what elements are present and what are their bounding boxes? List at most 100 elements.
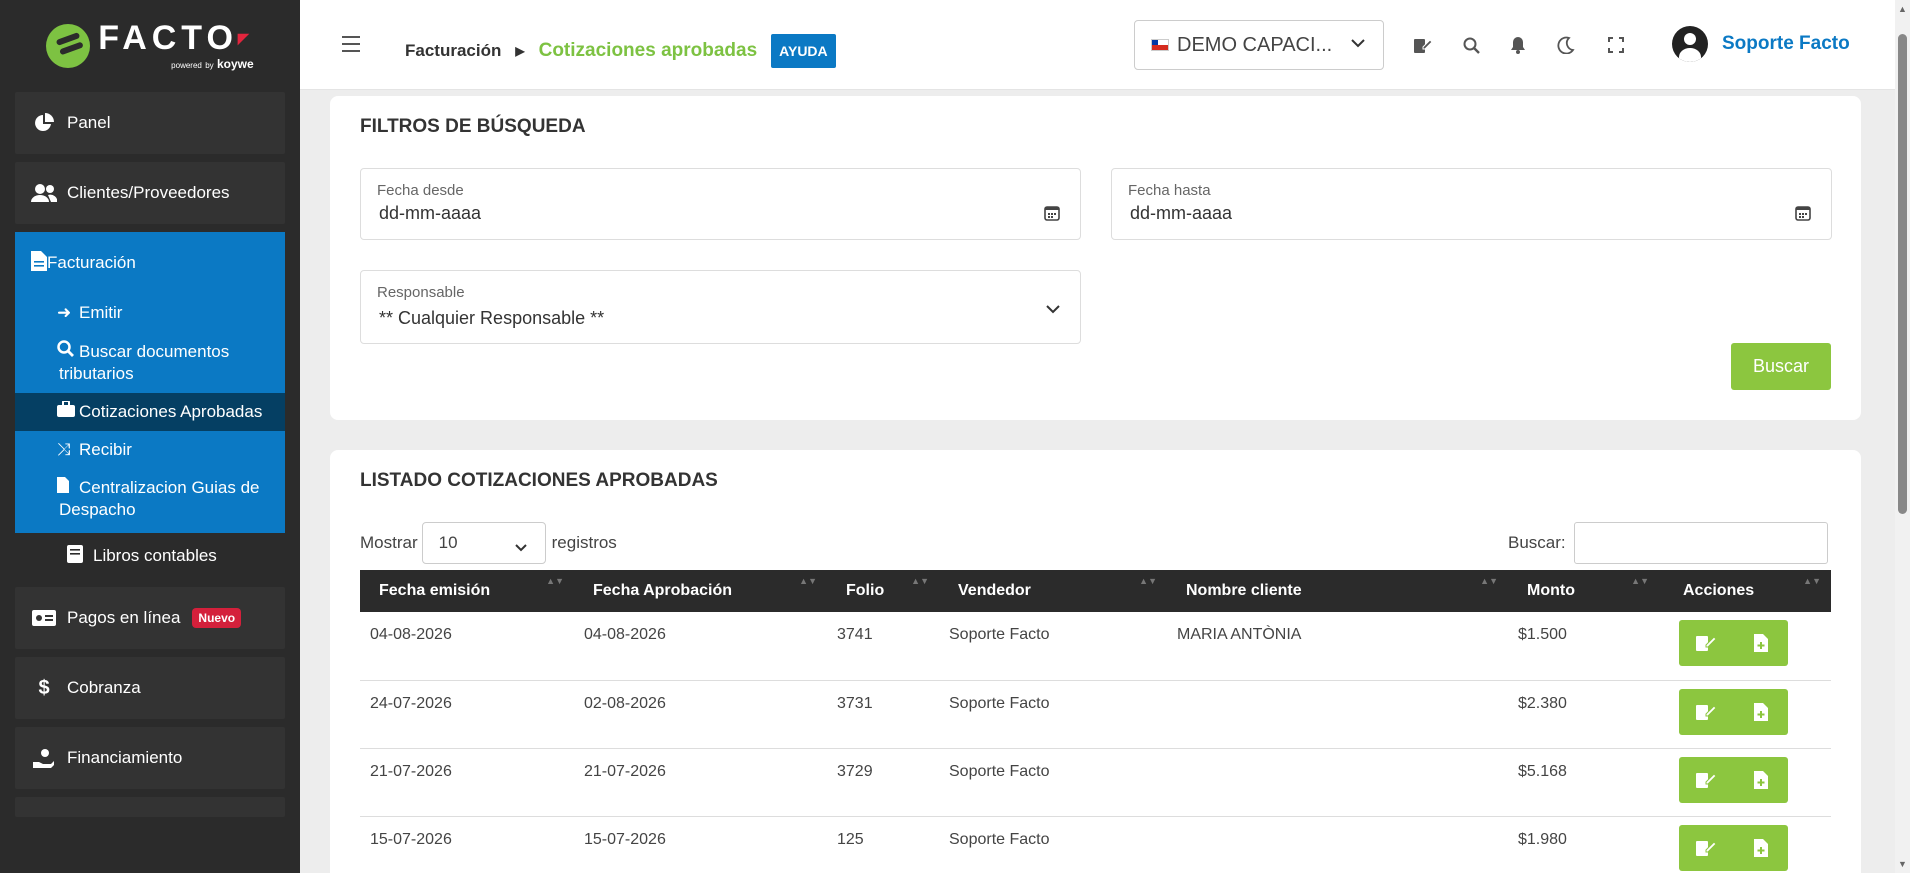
responsable-label: Responsable xyxy=(377,284,465,301)
sidebar-item-panel[interactable]: Panel xyxy=(15,92,285,154)
sidebar-item-emitir[interactable]: ➜ Emitir xyxy=(15,294,285,332)
facto-logo-icon xyxy=(46,24,91,68)
brand-powered: powered xyxy=(171,61,202,70)
calendar-icon[interactable] xyxy=(1044,205,1060,226)
sidebar-item-centralizacion[interactable]: Centralizacion Guias de Despacho xyxy=(15,469,285,533)
filters-title: FILTROS DE BÚSQUEDA xyxy=(360,116,586,137)
bell-icon[interactable] xyxy=(1507,34,1529,56)
sidebar-item-pagos[interactable]: Pagos en línea Nuevo xyxy=(15,587,285,649)
breadcrumb-parent[interactable]: Facturación xyxy=(405,41,501,61)
page-scrollbar[interactable]: ▲ ▼ xyxy=(1895,0,1910,873)
menu-toggle-icon[interactable] xyxy=(342,36,360,52)
responsable-select[interactable]: Responsable ** Cualquier Responsable ** xyxy=(360,270,1081,344)
cell-vendedor: Soporte Facto xyxy=(939,748,1167,817)
cell-monto: $5.168 xyxy=(1508,748,1659,817)
column-header-nombre-cliente[interactable]: Nombre cliente ▲▼ xyxy=(1167,570,1508,612)
sidebar-item-label: Pagos en línea xyxy=(67,608,181,627)
dollar-icon: $ xyxy=(38,676,50,699)
edit-document-icon[interactable] xyxy=(1679,620,1734,666)
sidebar-group-facturacion: Facturación ➜ Emitir Buscar documentos tr… xyxy=(15,232,285,533)
file-plus-icon[interactable] xyxy=(1734,620,1789,666)
column-label: Fecha emisión xyxy=(379,582,491,599)
actions-button-group xyxy=(1679,756,1789,803)
fecha-hasta-field[interactable]: Fecha hasta dd-mm-aaaa xyxy=(1111,168,1832,240)
column-header-monto[interactable]: Monto ▲▼ xyxy=(1508,570,1659,612)
table-row: 21-07-2026 21-07-2026 3729 Soporte Facto $5.… xyxy=(360,748,1831,817)
fullscreen-icon[interactable] xyxy=(1605,34,1627,56)
table-row: 15-07-2026 15-07-2026 125 Soporte Facto $1.9… xyxy=(360,816,1831,873)
cell-acciones xyxy=(1659,680,1831,749)
sidebar-item-clientes[interactable]: Clientes/Proveedores xyxy=(15,162,285,224)
sidebar-item-label: Cobranza xyxy=(67,678,141,697)
table-search-input[interactable] xyxy=(1573,522,1828,564)
sidebar-item-financiamiento[interactable]: Financiamiento xyxy=(15,727,285,789)
edit-document-icon[interactable] xyxy=(1679,689,1734,735)
scrollbar-thumb[interactable] xyxy=(1898,34,1907,514)
sidebar-item-cotizaciones[interactable]: Cotizaciones Aprobadas xyxy=(15,393,285,431)
page-size-select[interactable]: 10 xyxy=(421,522,546,564)
pie-chart-icon xyxy=(31,113,57,133)
top-bar: Facturación ▶ Cotizaciones aprobadas AYU… xyxy=(300,0,1895,90)
listado-title: LISTADO COTIZACIONES APROBADAS xyxy=(360,470,718,491)
brand-name: FACTO xyxy=(98,19,238,57)
cell-monto: $1.980 xyxy=(1508,816,1659,873)
actions-button-group xyxy=(1679,688,1789,735)
filters-card: FILTROS DE BÚSQUEDA Fecha desde dd-mm-aa… xyxy=(330,96,1861,420)
money-card-icon xyxy=(31,608,57,628)
edit-document-icon[interactable] xyxy=(1679,825,1734,871)
fecha-hasta-value: dd-mm-aaaa xyxy=(1130,203,1233,223)
company-selector[interactable]: DEMO CAPACI... xyxy=(1134,20,1384,70)
cell-nombre-cliente xyxy=(1167,680,1508,749)
edit-document-icon[interactable] xyxy=(1412,34,1434,56)
sidebar-item-label: Clientes/Proveedores xyxy=(67,183,230,202)
file-icon xyxy=(57,477,79,499)
sidebar-item-recibir[interactable]: ⤨ Recibir xyxy=(15,431,285,469)
chevron-down-icon xyxy=(1046,301,1060,319)
cell-acciones xyxy=(1659,612,1831,681)
cell-fecha-aprobacion: 15-07-2026 xyxy=(574,816,827,873)
actions-button-group xyxy=(1679,620,1788,666)
cell-fecha-aprobacion: 21-07-2026 xyxy=(574,748,827,817)
cell-fecha-emision: 24-07-2026 xyxy=(360,680,574,749)
column-header-fecha-aprobacion[interactable]: Fecha Aprobación ▲▼ xyxy=(574,570,827,612)
file-icon xyxy=(31,250,47,276)
sidebar-item-cobranza[interactable]: $ Cobranza xyxy=(15,657,285,719)
fecha-hasta-label: Fecha hasta xyxy=(1128,182,1211,199)
user-menu[interactable]: Soporte Facto xyxy=(1672,26,1850,62)
table-header-row: Fecha emisión ▲▼ Fecha Aprobación ▲▼ Folio… xyxy=(360,570,1831,612)
cell-folio: 3729 xyxy=(827,748,939,817)
help-button[interactable]: AYUDA xyxy=(771,34,836,68)
sidebar-item-libros[interactable]: Libros contables xyxy=(15,533,285,579)
column-header-folio[interactable]: Folio ▲▼ xyxy=(827,570,939,612)
file-plus-icon[interactable] xyxy=(1734,757,1789,803)
sidebar-item-more[interactable] xyxy=(15,797,285,817)
briefcase-icon xyxy=(57,400,79,423)
facto-logo[interactable]: FACTO◤ powered by koywe xyxy=(0,0,300,92)
cell-fecha-aprobacion: 04-08-2026 xyxy=(574,612,827,681)
caret-right-icon: ▶ xyxy=(515,44,525,58)
chevron-down-icon xyxy=(1351,35,1365,51)
column-label: Nombre cliente xyxy=(1186,582,1302,599)
search-icon[interactable] xyxy=(1460,34,1482,56)
listado-card: LISTADO COTIZACIONES APROBADAS Mostrar 1… xyxy=(330,450,1861,873)
moon-icon[interactable] xyxy=(1555,34,1577,56)
fecha-desde-field[interactable]: Fecha desde dd-mm-aaaa xyxy=(360,168,1081,240)
scroll-up-icon[interactable]: ▲ xyxy=(1898,4,1907,14)
user-name: Soporte Facto xyxy=(1722,33,1850,54)
file-plus-icon[interactable] xyxy=(1734,825,1789,871)
file-plus-icon[interactable] xyxy=(1734,689,1789,735)
calendar-icon[interactable] xyxy=(1795,205,1811,226)
cell-fecha-emision: 04-08-2026 xyxy=(360,612,574,681)
buscar-button[interactable]: Buscar xyxy=(1731,343,1831,390)
column-header-fecha-emision[interactable]: Fecha emisión ▲▼ xyxy=(360,570,574,612)
sign-out-icon: ➜ xyxy=(57,303,72,322)
column-label: Folio xyxy=(846,582,885,599)
cell-monto: $2.380 xyxy=(1508,680,1659,749)
edit-document-icon[interactable] xyxy=(1679,757,1734,803)
sidebar-item-buscar-documentos[interactable]: Buscar documentos tributarios xyxy=(15,332,285,393)
column-header-vendedor[interactable]: Vendedor ▲▼ xyxy=(939,570,1167,612)
scroll-down-icon[interactable]: ▼ xyxy=(1898,859,1907,869)
fecha-desde-label: Fecha desde xyxy=(377,182,464,199)
sidebar-item-label: Recibir xyxy=(79,440,132,459)
sidebar-item-facturacion[interactable]: Facturación xyxy=(15,232,285,294)
